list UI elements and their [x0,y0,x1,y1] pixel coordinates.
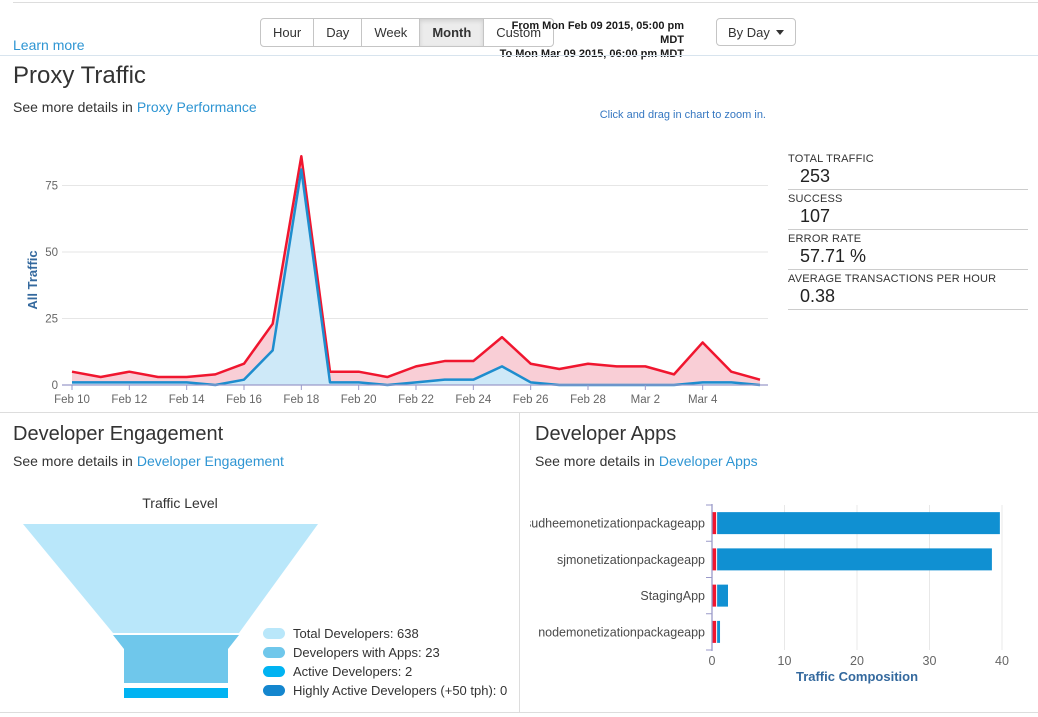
x-tick-label: Feb 22 [398,394,434,406]
developer-engagement-subtitle: See more details inDeveloper Engagement [13,453,284,469]
developer-engagement-title: Developer Engagement [13,423,223,446]
group-by-dropdown[interactable]: By Day [716,18,796,46]
series-line-success [72,170,760,385]
category-label: sudheemonetizationpackageapp [530,517,705,531]
bar-errors [713,548,717,570]
y-tick-label: 75 [45,181,58,193]
series-area-total-traffic [72,156,760,385]
x-tick-label: Feb 10 [54,394,90,406]
subtitle-text: See more details in [535,453,655,469]
legend-swatch-icon [263,685,285,696]
stat-label: ERROR RATE [788,233,1028,245]
funnel-segment-developers-with-apps [113,635,239,683]
proxy-traffic-title: Proxy Traffic [13,62,146,90]
legend-label: Total Developers: 638 [293,626,419,641]
legend-label: Developers with Apps: 23 [293,645,440,660]
y-tick-label: 0 [52,380,58,392]
date-to: To Mon Mar 09 2015, 06:00 pm MDT [498,47,684,61]
x-tick-label: Feb 18 [283,394,319,406]
stat-average-transactions-per-hour: AVERAGE TRANSACTIONS PER HOUR0.38 [788,270,1028,310]
range-button-day[interactable]: Day [313,18,362,47]
x-tick-label: 20 [850,654,864,668]
legend-swatch-icon [263,647,285,658]
developer-apps-subtitle: See more details inDeveloper Apps [535,453,758,469]
category-label: sjmonetizationpackageapp [557,553,705,567]
funnel-legend: Total Developers: 638 Developers with App… [263,626,507,702]
range-button-week[interactable]: Week [361,18,420,47]
bar-success [717,548,992,570]
bar-success [717,585,728,607]
subtitle-text: See more details in [13,453,133,469]
stat-error-rate: ERROR RATE57.71 % [788,230,1028,270]
stat-value: 107 [788,206,1028,227]
traffic-composition-bar-chart[interactable]: sudheemonetizationpackageapp sjmonetizati… [530,503,1038,688]
funnel-segment-active-developers [124,688,228,698]
series-area-success [72,170,760,385]
x-tick-label: Feb 20 [341,394,377,406]
learn-more-link[interactable]: Learn more [13,37,85,53]
stat-label: AVERAGE TRANSACTIONS PER HOUR [788,273,1028,285]
x-tick-label: Feb 12 [111,394,147,406]
x-tick-label: Feb 26 [513,394,549,406]
legend-swatch-icon [263,666,285,677]
stat-label: TOTAL TRAFFIC [788,153,1028,165]
developer-apps-title: Developer Apps [535,423,676,446]
x-tick-label: 30 [923,654,937,668]
x-tick-label: Feb 16 [226,394,262,406]
range-button-hour[interactable]: Hour [260,18,314,47]
stat-success: SUCCESS107 [788,190,1028,230]
legend-label: Active Developers: 2 [293,664,412,679]
x-tick-label: Feb 14 [169,394,205,406]
legend-swatch-icon [263,628,285,639]
stat-value: 57.71 % [788,246,1028,267]
x-tick-label: 40 [995,654,1009,668]
zoom-hint: Click and drag in chart to zoom in. [600,109,766,121]
x-tick-label: Feb 24 [455,394,491,406]
stat-label: SUCCESS [788,193,1028,205]
y-axis-title: All Traffic [25,250,40,309]
legend-item-total-developers: Total Developers: 638 [263,626,507,640]
x-tick-label: Feb 28 [570,394,606,406]
x-tick-label: Mar 4 [688,394,718,406]
subtitle-text: See more details in [13,99,133,115]
stat-value: 253 [788,166,1028,187]
top-divider [13,2,1038,3]
category-label: nodemonetizationpackageapp [538,625,705,639]
group-by-label: By Day [728,25,770,40]
chevron-down-icon [776,30,784,35]
legend-label: Highly Active Developers (+50 tph): 0 [293,683,507,698]
traffic-stats-panel: TOTAL TRAFFIC253SUCCESS107ERROR RATE57.7… [788,150,1028,310]
series-line-total-traffic [72,156,760,379]
bar-errors [713,512,717,534]
bar-errors [713,621,717,643]
developer-apps-link[interactable]: Developer Apps [659,453,758,469]
developer-engagement-link[interactable]: Developer Engagement [137,453,284,469]
toolbar-divider [0,55,1038,56]
category-label: StagingApp [640,589,705,603]
bar-success [717,621,720,643]
bar-success [717,512,1000,534]
funnel-title: Traffic Level [142,495,217,511]
stat-total-traffic: TOTAL TRAFFIC253 [788,150,1028,190]
bottom-divider [0,712,1038,713]
x-axis-title: Traffic Composition [796,669,918,684]
y-tick-label: 50 [45,247,58,259]
date-from: From Mon Feb 09 2015, 05:00 pm MDT [498,19,684,47]
proxy-traffic-chart[interactable]: 0 25 50 75 Feb 10 Feb 12 Feb 14 Feb 16 Feb 18 Feb… [0,135,780,413]
x-tick-label: 0 [709,654,716,668]
legend-item-highly-active-developers-50-tph: Highly Active Developers (+50 tph): 0 [263,683,507,697]
proxy-traffic-subtitle: See more details inProxy Performance [13,99,257,115]
legend-item-developers-with-apps: Developers with Apps: 23 [263,645,507,659]
bar-errors [713,585,717,607]
legend-item-active-developers: Active Developers: 2 [263,664,507,678]
x-tick-label: 10 [778,654,792,668]
y-tick-label: 25 [45,314,58,326]
x-tick-label: Mar 2 [631,394,660,406]
stat-value: 0.38 [788,286,1028,307]
range-button-month[interactable]: Month [419,18,484,47]
proxy-performance-link[interactable]: Proxy Performance [137,99,257,115]
funnel-segment-total-developers [23,524,318,633]
